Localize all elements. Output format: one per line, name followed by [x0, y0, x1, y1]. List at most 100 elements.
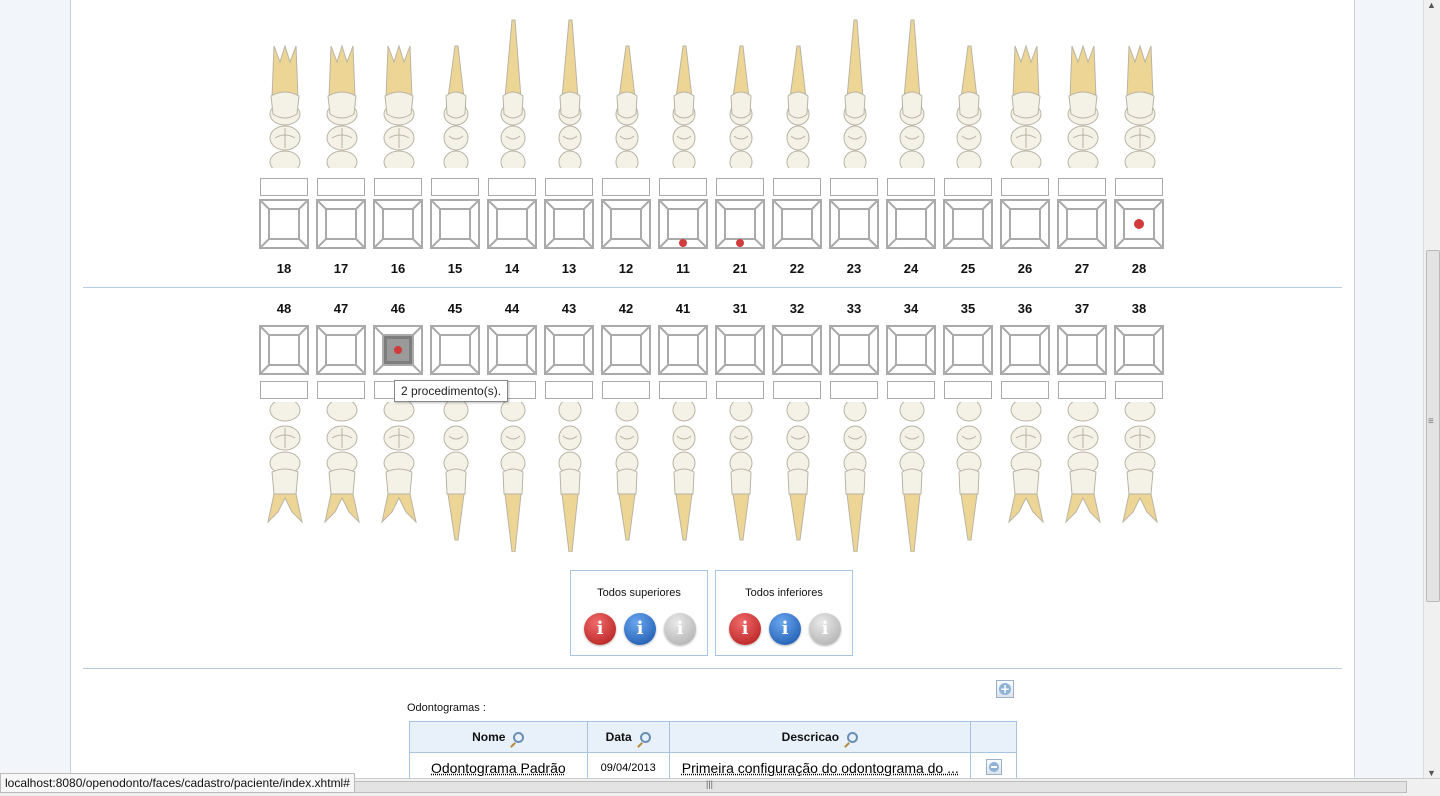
tooth-42-faces[interactable]: [601, 325, 651, 375]
tooth-42-status-box[interactable]: [602, 381, 650, 399]
tooth-38-faces[interactable]: [1114, 325, 1164, 375]
tooth-26-image[interactable]: [1001, 18, 1051, 168]
tooth-33-status-box[interactable]: [830, 381, 878, 399]
tooth-47-status-box[interactable]: [317, 381, 365, 399]
tooth-32-image[interactable]: [773, 402, 823, 552]
tooth-37-status-box[interactable]: [1058, 381, 1106, 399]
tooth-13-image[interactable]: [545, 18, 595, 168]
tooth-38-status-box[interactable]: [1115, 381, 1163, 399]
tooth-46-faces[interactable]: [373, 325, 423, 375]
tooth-16-image[interactable]: [374, 18, 424, 168]
tooth-24-faces[interactable]: [886, 199, 936, 249]
tooth-45-faces[interactable]: [430, 325, 480, 375]
tooth-37-image[interactable]: [1058, 402, 1108, 552]
tooth-34-status-box[interactable]: [887, 381, 935, 399]
search-icon[interactable]: [513, 732, 525, 743]
tooth-11-status-box[interactable]: [659, 178, 707, 196]
tooth-24-image[interactable]: [887, 18, 937, 168]
tooth-32-faces[interactable]: [772, 325, 822, 375]
tooth-27-faces[interactable]: [1057, 199, 1107, 249]
tooth-15-status-box[interactable]: [431, 178, 479, 196]
tooth-32-status-box[interactable]: [773, 381, 821, 399]
tooth-47-faces[interactable]: [316, 325, 366, 375]
scroll-up-icon[interactable]: ▲: [1427, 0, 1436, 10]
scroll-down-icon[interactable]: ▼: [1427, 768, 1436, 778]
tooth-11-faces[interactable]: [658, 199, 708, 249]
tooth-35-image[interactable]: [944, 402, 994, 552]
tooth-11-image[interactable]: [659, 18, 709, 168]
tooth-48-image[interactable]: [260, 402, 310, 552]
tooth-45-image[interactable]: [431, 402, 481, 552]
tooth-27-status-box[interactable]: [1058, 178, 1106, 196]
lower-gray-info-button[interactable]: i: [809, 613, 841, 645]
tooth-28-image[interactable]: [1115, 18, 1165, 168]
tooth-22-faces[interactable]: [772, 199, 822, 249]
search-icon[interactable]: [639, 732, 651, 743]
add-odontogram-button[interactable]: +: [996, 680, 1014, 698]
tooth-43-faces[interactable]: [544, 325, 594, 375]
tooth-43-image[interactable]: [545, 402, 595, 552]
tooth-14-faces[interactable]: [487, 199, 537, 249]
remove-icon[interactable]: [985, 758, 1002, 775]
tooth-41-status-box[interactable]: [659, 381, 707, 399]
vertical-scrollbar[interactable]: ▲ ▼: [1423, 0, 1440, 778]
search-icon[interactable]: [847, 732, 859, 743]
tooth-48-faces[interactable]: [259, 325, 309, 375]
tooth-28-faces[interactable]: [1114, 199, 1164, 249]
tooth-17-faces[interactable]: [316, 199, 366, 249]
tooth-25-status-box[interactable]: [944, 178, 992, 196]
tooth-24-status-box[interactable]: [887, 178, 935, 196]
tooth-21-image[interactable]: [716, 18, 766, 168]
tooth-18-status-box[interactable]: [260, 178, 308, 196]
tooth-33-image[interactable]: [830, 402, 880, 552]
tooth-13-faces[interactable]: [544, 199, 594, 249]
tooth-26-faces[interactable]: [1000, 199, 1050, 249]
tooth-31-image[interactable]: [716, 402, 766, 552]
tooth-12-status-box[interactable]: [602, 178, 650, 196]
tooth-36-status-box[interactable]: [1001, 381, 1049, 399]
tooth-37-faces[interactable]: [1057, 325, 1107, 375]
tooth-44-image[interactable]: [488, 402, 538, 552]
tooth-35-status-box[interactable]: [944, 381, 992, 399]
tooth-46-image[interactable]: [374, 402, 424, 552]
column-descricao[interactable]: Descricao: [668, 721, 972, 753]
upper-blue-info-button[interactable]: i: [624, 613, 656, 645]
upper-gray-info-button[interactable]: i: [664, 613, 696, 645]
tooth-16-status-box[interactable]: [374, 178, 422, 196]
tooth-23-image[interactable]: [830, 18, 880, 168]
tooth-33-faces[interactable]: [829, 325, 879, 375]
tooth-28-status-box[interactable]: [1115, 178, 1163, 196]
tooth-34-image[interactable]: [887, 402, 937, 552]
tooth-34-faces[interactable]: [886, 325, 936, 375]
odontogram-description[interactable]: Primeira configuração do odontograma do …: [682, 760, 959, 776]
tooth-43-status-box[interactable]: [545, 381, 593, 399]
tooth-22-image[interactable]: [773, 18, 823, 168]
tooth-17-status-box[interactable]: [317, 178, 365, 196]
tooth-18-faces[interactable]: [259, 199, 309, 249]
tooth-25-image[interactable]: [944, 18, 994, 168]
tooth-15-faces[interactable]: [430, 199, 480, 249]
tooth-17-image[interactable]: [317, 18, 367, 168]
lower-blue-info-button[interactable]: i: [769, 613, 801, 645]
tooth-22-status-box[interactable]: [773, 178, 821, 196]
tooth-12-image[interactable]: [602, 18, 652, 168]
tooth-47-image[interactable]: [317, 402, 367, 552]
tooth-12-faces[interactable]: [601, 199, 651, 249]
tooth-42-image[interactable]: [602, 402, 652, 552]
column-data[interactable]: Data: [586, 721, 670, 753]
tooth-41-image[interactable]: [659, 402, 709, 552]
tooth-14-image[interactable]: [488, 18, 538, 168]
tooth-41-faces[interactable]: [658, 325, 708, 375]
tooth-23-status-box[interactable]: [830, 178, 878, 196]
tooth-31-status-box[interactable]: [716, 381, 764, 399]
upper-red-info-button[interactable]: i: [584, 613, 616, 645]
scroll-thumb[interactable]: [1426, 250, 1440, 602]
tooth-15-image[interactable]: [431, 18, 481, 168]
tooth-26-status-box[interactable]: [1001, 178, 1049, 196]
tooth-48-status-box[interactable]: [260, 381, 308, 399]
tooth-13-status-box[interactable]: [545, 178, 593, 196]
tooth-36-image[interactable]: [1001, 402, 1051, 552]
tooth-23-faces[interactable]: [829, 199, 879, 249]
tooth-35-faces[interactable]: [943, 325, 993, 375]
tooth-27-image[interactable]: [1058, 18, 1108, 168]
